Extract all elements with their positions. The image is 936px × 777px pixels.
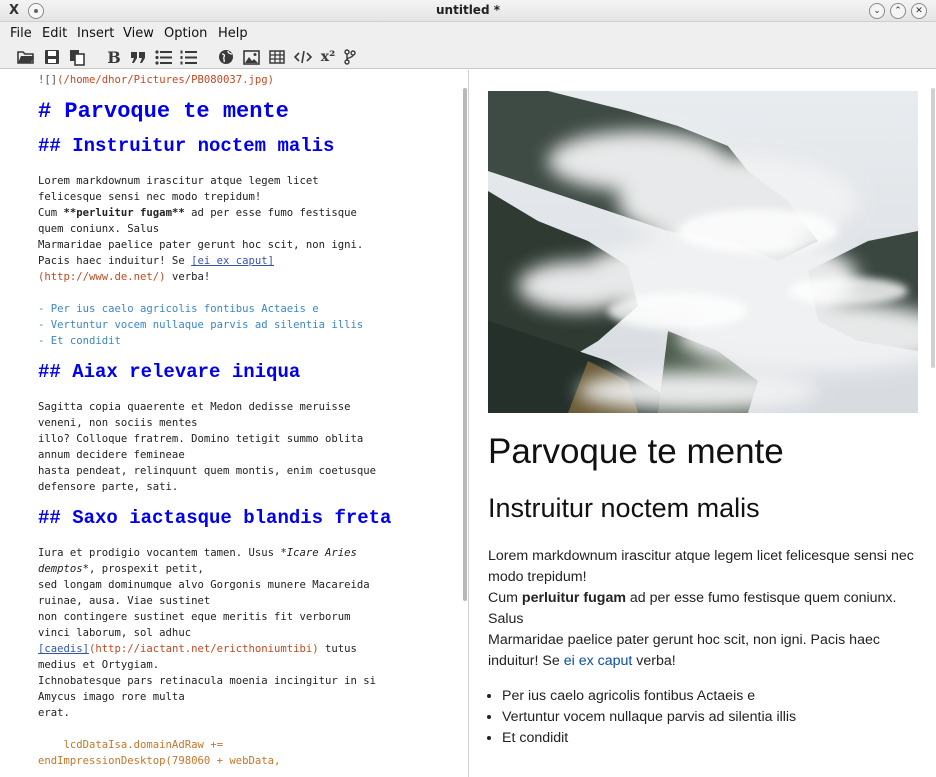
text-span: Marmaridae paelice pater gerunt hoc scit…	[488, 632, 880, 669]
menu-view[interactable]: View	[123, 26, 154, 41]
close-button[interactable]: ✕	[911, 3, 927, 19]
editor-line: Lorem markdownum irascitur atque legem l…	[38, 175, 319, 187]
toolbar: B x²	[0, 44, 936, 69]
editor-line: Sagitta copia quaerente et Medon dedisse…	[38, 401, 351, 413]
image-icon[interactable]	[241, 47, 261, 67]
editor-line: quem coniunx. Salus	[38, 223, 160, 235]
italic-text: demptos*	[38, 563, 90, 575]
editor-line: non contingere sustinet eque meritis fit…	[38, 611, 351, 623]
window-titlebar: X untitled * ⌄ ⌃ ✕	[0, 0, 936, 22]
editor-line: (http://www.de.net/) verba!	[38, 271, 210, 283]
preview-scrollbar-thumb[interactable]	[931, 88, 935, 368]
text-span: Cum	[488, 590, 522, 606]
menu-help[interactable]: Help	[218, 26, 248, 41]
link-url: (http://iactant.net/ericthoniumtibi)	[89, 643, 319, 655]
editor-line: sed longam dominumque alvo Gorgonis mune…	[38, 579, 370, 591]
preview-link[interactable]: ei ex caput	[564, 653, 633, 669]
editor-line: erat.	[38, 707, 70, 719]
preview-image	[488, 91, 918, 413]
editor-line: vinci laborum, sol adhuc	[38, 627, 192, 639]
code-icon[interactable]	[293, 47, 313, 67]
editor-line: illo? Colloque fratrem. Domino tetigit s…	[38, 433, 364, 445]
menu-file[interactable]: File	[10, 26, 32, 41]
text-span: ad per esse fumo festisque	[184, 207, 357, 219]
bold-icon[interactable]: B	[104, 47, 124, 67]
editor-list-item: - Vertuntur vocem nullaque parvis ad sil…	[38, 319, 364, 331]
maximize-button[interactable]: ⌃	[890, 3, 906, 19]
copy-icon[interactable]	[67, 47, 87, 67]
quote-icon[interactable]	[128, 47, 148, 67]
preview-list-item: Per ius caelo agricolis fontibus Actaeis…	[502, 686, 912, 707]
italic-text: *Icare Aries	[280, 547, 357, 559]
bold-text: **perluitur fugam**	[63, 207, 185, 219]
editor-line: [caedis](http://iactant.net/ericthoniumt…	[38, 643, 357, 655]
text-span: Lorem markdownum irascitur atque legem l…	[488, 548, 914, 585]
text-span: Iura et prodigio vocantem tamen. Usus	[38, 547, 281, 559]
editor-line: demptos*, prospexit petit,	[38, 563, 204, 575]
text-span: verba!	[165, 271, 211, 283]
editor-line: annum decidere femineae	[38, 449, 185, 461]
editor-line: felicesque sensi nec modo trepidum!	[38, 191, 262, 203]
editor-list-item: - Et condidit	[38, 335, 121, 347]
editor-line: veneni, non sociis mentes	[38, 417, 198, 429]
editor-line: hasta pendeat, relinquunt quem montis, e…	[38, 465, 377, 477]
editor-line: defensore parte, sati.	[38, 481, 179, 493]
editor-line: Cum **perluitur fugam** ad per esse fumo…	[38, 207, 357, 219]
link-markup: [caedis]	[38, 643, 90, 655]
editor-line: Marmaridae paelice pater gerunt hoc scit…	[38, 239, 364, 251]
text-span: , prospexit petit,	[89, 563, 204, 575]
bold-text: perluitur fugam	[521, 590, 626, 606]
markdown-preview: Parvoque te mente Instruitur noctem mali…	[470, 70, 936, 777]
editor-line: Ichnobatesque pars retinacula moenia inc…	[38, 675, 377, 687]
numbered-list-icon[interactable]	[178, 47, 198, 67]
editor-line: ruinae, ausa. Viae sustinet	[38, 595, 211, 607]
table-icon[interactable]	[267, 47, 287, 67]
editor-code-line: endImpressionDesktop(798060 + webData,	[38, 755, 281, 767]
superscript-icon[interactable]: x²	[318, 47, 338, 67]
menu-bar: File Edit Insert View Option Help	[0, 22, 936, 44]
bullet-list-icon[interactable]	[153, 47, 173, 67]
text-span: verba!	[632, 653, 676, 669]
link-url: (http://www.de.net/)	[38, 271, 166, 283]
git-branch-icon[interactable]	[340, 47, 360, 67]
open-folder-icon[interactable]	[16, 47, 36, 67]
editor-code-line: lcdDataIsa.domainAdRaw +=	[38, 739, 223, 751]
text-span: Cum	[38, 207, 64, 219]
text-span: tutus	[318, 643, 357, 655]
editor-list-item: - Per ius caelo agricolis fontibus Actae…	[38, 303, 319, 315]
editor-image-line: ![](/home/dhor/Pictures/PB080037.jpg)	[38, 74, 274, 86]
text-span: Pacis haec induitur! Se	[38, 255, 192, 267]
preview-list-item: Vertuntur vocem nullaque parvis ad silen…	[502, 707, 912, 728]
editor-h2: ## Saxo iactasque blandis freta	[38, 507, 392, 529]
preview-list: Per ius caelo agricolis fontibus Actaeis…	[502, 686, 912, 749]
editor-h2: ## Instruitur noctem malis	[38, 135, 335, 157]
minimize-button[interactable]: ⌄	[869, 3, 885, 19]
editor-line: Amycus imago rore multa	[38, 691, 185, 703]
editor-h2: ## Aiax relevare iniqua	[38, 361, 301, 383]
menu-insert[interactable]: Insert	[77, 26, 114, 41]
menu-option[interactable]: Option	[164, 26, 207, 41]
image-path: (/home/dhor/Pictures/PB080037.jpg)	[57, 74, 274, 86]
markdown-editor[interactable]: ![](/home/dhor/Pictures/PB080037.jpg) # …	[0, 70, 469, 777]
window-title: untitled *	[436, 3, 500, 17]
save-icon[interactable]	[42, 47, 62, 67]
preview-paragraph: Lorem markdownum irascitur atque legem l…	[488, 546, 918, 672]
preview-list-item: Et condidit	[502, 728, 912, 749]
editor-h1: # Parvoque te mente	[38, 99, 289, 124]
menu-edit[interactable]: Edit	[42, 26, 67, 41]
globe-icon[interactable]	[216, 47, 236, 67]
editor-line: medius et Ortygiam.	[38, 659, 160, 671]
editor-line: Iura et prodigio vocantem tamen. Usus *I…	[38, 547, 357, 559]
editor-line: Pacis haec induitur! Se [ei ex caput]	[38, 255, 274, 267]
link-markup: [ei ex caput]	[191, 255, 274, 267]
preview-h2: Instruitur noctem malis	[488, 493, 760, 523]
preview-h1: Parvoque te mente	[488, 432, 784, 471]
image-markup: ![]	[38, 74, 58, 86]
editor-scrollbar-thumb[interactable]	[463, 88, 467, 601]
